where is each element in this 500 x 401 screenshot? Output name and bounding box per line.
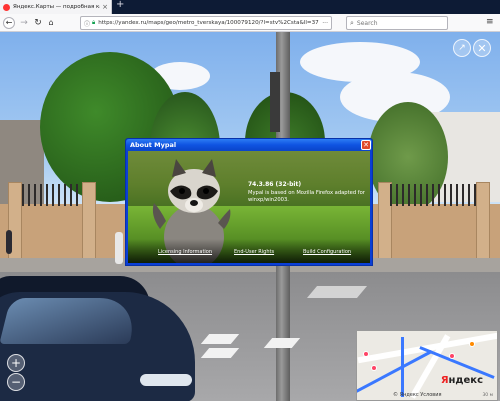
menu-icon[interactable]: ≡ bbox=[486, 17, 494, 27]
minimap-poi-icon[interactable] bbox=[449, 353, 455, 359]
close-panorama-icon[interactable]: ✕ bbox=[473, 39, 491, 57]
search-icon: ⌕ bbox=[350, 18, 354, 27]
wall-pillar bbox=[82, 182, 96, 268]
dialog-links: Licensing Information End-User Rights Bu… bbox=[128, 249, 370, 259]
build-configuration-link[interactable]: Build Configuration bbox=[303, 249, 351, 255]
navigation-toolbar: ← → ↻ ⌂ ⓘ 🔒︎ https://yandex.ru/maps/geo/… bbox=[0, 14, 500, 32]
yandex-logo: Яндекс bbox=[440, 375, 483, 386]
minimap-scale: 30 м bbox=[482, 393, 493, 398]
minimap[interactable]: Яндекс © Яндекс Условия 30 м bbox=[356, 330, 498, 401]
home-button[interactable]: ⌂ bbox=[46, 17, 56, 29]
site-info-icon[interactable]: ⓘ bbox=[84, 19, 90, 28]
minimap-panorama-line bbox=[401, 337, 404, 397]
tab-close-icon[interactable]: × bbox=[102, 3, 108, 11]
minimap-poi-icon[interactable] bbox=[371, 365, 377, 371]
search-input[interactable] bbox=[356, 19, 437, 27]
version-text: 74.3.86 (32-bit) bbox=[248, 181, 302, 188]
dialog-title-bar[interactable]: About Mypal ✕ bbox=[126, 139, 372, 151]
dialog-title: About Mypal bbox=[130, 141, 177, 149]
search-box[interactable]: ⌕ bbox=[346, 16, 448, 30]
address-bar[interactable]: ⓘ 🔒︎ https://yandex.ru/maps/geo/metro_tv… bbox=[80, 16, 332, 30]
wall-pillar bbox=[8, 182, 22, 268]
parked-car bbox=[0, 270, 200, 401]
minimap-footer[interactable]: © Яндекс Условия bbox=[393, 392, 441, 398]
navigation-arrow-ahead[interactable] bbox=[306, 286, 368, 298]
tab-title: Яндекс.Карты — подробная карт bbox=[13, 4, 101, 10]
dialog-background-image: 74.3.86 (32-bit) Mypal is based on Mozil… bbox=[128, 151, 370, 263]
zoom-out-button[interactable]: − bbox=[7, 373, 25, 391]
pedestrian bbox=[115, 232, 123, 264]
minimap-road bbox=[357, 332, 497, 364]
zoom-in-button[interactable]: + bbox=[7, 354, 25, 372]
minimap-poi-icon[interactable] bbox=[469, 341, 475, 347]
browser-tab[interactable]: Яндекс.Карты — подробная карт × bbox=[0, 0, 112, 14]
lock-icon: 🔒︎ bbox=[92, 19, 96, 26]
expand-icon[interactable]: ↗ bbox=[453, 39, 471, 57]
description-text: Mypal is based on Mozilla Firefox adapte… bbox=[248, 190, 365, 204]
car-headlight bbox=[140, 374, 192, 386]
back-button[interactable]: ← bbox=[3, 17, 15, 29]
car-windshield bbox=[0, 298, 141, 344]
wall-pillar bbox=[476, 182, 490, 268]
end-user-rights-link[interactable]: End-User Rights bbox=[234, 249, 274, 255]
new-tab-button[interactable]: + bbox=[116, 0, 124, 10]
page-actions-icon[interactable]: ··· bbox=[322, 20, 328, 27]
pedestrian bbox=[6, 230, 12, 254]
yandex-favicon-icon bbox=[3, 3, 10, 11]
minimap-poi-icon[interactable] bbox=[363, 351, 369, 357]
tab-strip: Яндекс.Карты — подробная карт × + bbox=[0, 0, 500, 14]
url-text[interactable]: https://yandex.ru/maps/geo/metro_tverska… bbox=[98, 20, 320, 26]
forward-button[interactable]: → bbox=[19, 17, 29, 29]
reload-button[interactable]: ↻ bbox=[33, 17, 43, 29]
street-sign bbox=[270, 72, 280, 132]
fence bbox=[390, 184, 476, 206]
licensing-information-link[interactable]: Licensing Information bbox=[158, 249, 212, 255]
fence bbox=[22, 184, 82, 206]
dialog-close-button[interactable]: ✕ bbox=[361, 140, 371, 150]
about-dialog: About Mypal ✕ 74.3.86 (32-bit) Mypal is … bbox=[125, 138, 373, 266]
